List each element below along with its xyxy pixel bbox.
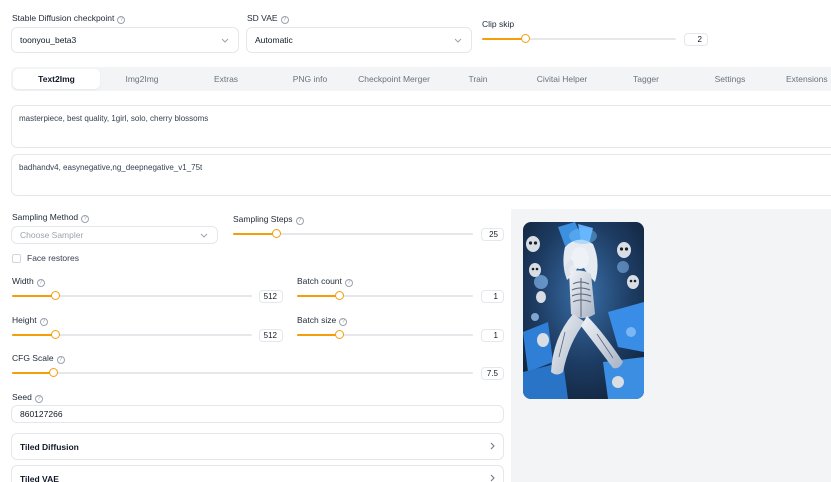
chevron-right-icon xyxy=(490,474,495,482)
chevron-down-icon xyxy=(220,35,230,45)
sampling-method-select[interactable]: Choose Sampler xyxy=(11,226,218,244)
prompt-textarea[interactable]: masterpiece, best quality, 1girl, solo, … xyxy=(11,105,831,148)
seed-label-text: Seed xyxy=(12,392,32,402)
width-label-text: Width xyxy=(12,276,34,286)
help-icon[interactable]: ? xyxy=(339,318,348,326)
tab-train[interactable]: Train xyxy=(436,69,520,89)
help-icon[interactable]: ? xyxy=(34,395,43,403)
clip-skip-slider[interactable] xyxy=(482,34,676,44)
generated-image-art xyxy=(523,222,644,399)
seed-label: Seed? xyxy=(12,392,43,403)
cfg-scale-label-text: CFG Scale xyxy=(12,353,54,363)
face-restores-checkbox[interactable] xyxy=(12,253,21,263)
help-icon[interactable]: ? xyxy=(36,279,45,287)
help-icon[interactable]: ? xyxy=(56,356,65,364)
width-label: Width? xyxy=(12,276,45,287)
cfg-scale-slider[interactable] xyxy=(12,368,473,378)
tiled-vae-accordion[interactable]: Tiled VAE xyxy=(11,465,504,482)
batch-count-label-text: Batch count xyxy=(297,276,342,286)
seed-input[interactable]: 860127266 xyxy=(11,405,504,423)
generated-image[interactable] xyxy=(523,222,644,399)
slider-thumb[interactable] xyxy=(49,368,59,377)
negative-prompt-text: badhandv4, easynegative,ng_deepnegative_… xyxy=(19,163,203,172)
sampling-method-label-text: Sampling Method xyxy=(12,212,79,222)
slider-thumb[interactable] xyxy=(272,229,282,238)
tiled-diffusion-label: Tiled Diffusion xyxy=(20,441,79,452)
sampling-steps-slider[interactable] xyxy=(233,229,473,239)
clip-skip-input[interactable]: 2 xyxy=(684,33,708,46)
batch-size-label-text: Batch size xyxy=(297,315,337,325)
batch-size-input[interactable]: 1 xyxy=(481,329,504,342)
batch-size-slider[interactable] xyxy=(297,330,473,340)
checkpoint-label: Stable Diffusion checkpoint? xyxy=(12,13,126,24)
checkpoint-select[interactable]: toonyou_beta3 xyxy=(11,27,239,53)
tab-png-info[interactable]: PNG info xyxy=(268,69,352,89)
negative-prompt-textarea[interactable]: badhandv4, easynegative,ng_deepnegative_… xyxy=(11,154,831,196)
batch-count-slider[interactable] xyxy=(297,291,473,301)
width-input[interactable]: 512 xyxy=(259,290,283,303)
batch-count-input[interactable]: 1 xyxy=(481,290,504,303)
height-slider[interactable] xyxy=(12,330,252,340)
prompt-text: masterpiece, best quality, 1girl, solo, … xyxy=(19,114,209,123)
slider-thumb[interactable] xyxy=(51,291,61,300)
batch-count-label: Batch count? xyxy=(297,276,353,287)
help-icon[interactable]: ? xyxy=(295,217,304,225)
help-icon[interactable]: ? xyxy=(344,279,353,287)
slider-thumb[interactable] xyxy=(520,34,530,43)
cfg-scale-input[interactable]: 7.5 xyxy=(481,367,504,380)
sampling-steps-input[interactable]: 25 xyxy=(481,228,504,241)
face-restores-label: Face restores xyxy=(27,253,79,263)
chevron-right-icon xyxy=(490,442,495,452)
tab-civitai-helper[interactable]: Civitai Helper xyxy=(520,69,604,89)
checkpoint-label-text: Stable Diffusion checkpoint xyxy=(12,13,115,23)
sampling-steps-label-text: Sampling Steps xyxy=(233,214,293,224)
sampling-method-placeholder: Choose Sampler xyxy=(20,230,84,240)
face-restores-row[interactable]: Face restores xyxy=(12,253,79,263)
slider-thumb[interactable] xyxy=(335,330,345,339)
batch-size-label: Batch size? xyxy=(297,315,348,326)
main-tabs: Text2Img Img2Img Extras PNG info Checkpo… xyxy=(11,67,831,91)
tab-extensions[interactable]: Extensions xyxy=(772,69,831,89)
clip-skip-label: Clip skip xyxy=(482,19,515,29)
vae-value: Automatic xyxy=(255,35,293,45)
tab-img2img[interactable]: Img2Img xyxy=(100,69,184,89)
tab-settings[interactable]: Settings xyxy=(688,69,772,89)
tab-tagger[interactable]: Tagger xyxy=(604,69,688,89)
help-icon[interactable]: ? xyxy=(81,215,90,223)
sampling-steps-label: Sampling Steps? xyxy=(233,214,304,225)
tiled-diffusion-accordion[interactable]: Tiled Diffusion xyxy=(11,433,504,460)
sampling-method-label: Sampling Method? xyxy=(12,212,90,223)
slider-thumb[interactable] xyxy=(335,291,345,300)
tab-extras[interactable]: Extras xyxy=(184,69,268,89)
width-slider[interactable] xyxy=(12,291,252,301)
vae-label-text: SD VAE xyxy=(247,13,278,23)
slider-thumb[interactable] xyxy=(51,330,61,339)
checkpoint-value: toonyou_beta3 xyxy=(20,35,77,45)
tab-checkpoint-merger[interactable]: Checkpoint Merger xyxy=(352,69,436,89)
height-input[interactable]: 512 xyxy=(259,329,283,342)
height-label-text: Height xyxy=(12,315,37,325)
chevron-down-icon xyxy=(453,35,463,45)
chevron-down-icon xyxy=(199,230,209,240)
help-icon[interactable]: ? xyxy=(39,318,48,326)
vae-label: SD VAE? xyxy=(247,13,289,24)
height-label: Height? xyxy=(12,315,48,326)
tab-text2img[interactable]: Text2Img xyxy=(13,69,100,89)
tiled-vae-label: Tiled VAE xyxy=(20,473,59,482)
vae-select[interactable]: Automatic xyxy=(246,27,472,53)
help-icon[interactable]: ? xyxy=(280,16,289,24)
seed-value: 860127266 xyxy=(20,409,63,419)
cfg-scale-label: CFG Scale? xyxy=(12,353,65,364)
help-icon[interactable]: ? xyxy=(117,16,126,24)
